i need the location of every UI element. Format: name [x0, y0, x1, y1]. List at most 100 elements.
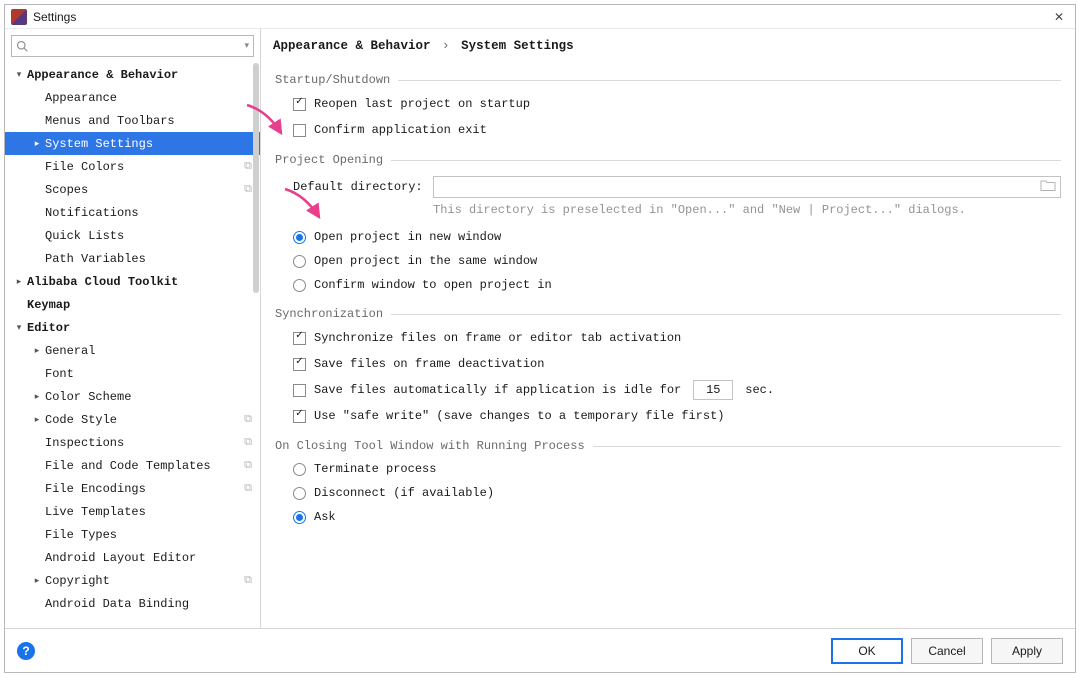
- breadcrumb-part: System Settings: [461, 39, 574, 53]
- tree-item[interactable]: File Types: [5, 523, 260, 546]
- tree-item[interactable]: Path Variables: [5, 247, 260, 270]
- tree-item-label: Editor: [27, 321, 252, 335]
- tree-item-label: System Settings: [45, 137, 252, 151]
- tree-item[interactable]: File Colors⧉: [5, 155, 260, 178]
- tree-item[interactable]: Android Layout Editor: [5, 546, 260, 569]
- radio-terminate-process[interactable]: Terminate process: [293, 459, 1061, 479]
- tree-item-label: Color Scheme: [45, 390, 252, 404]
- tree-item[interactable]: ▾Appearance & Behavior: [5, 63, 260, 86]
- checkbox-save-on-deactivation[interactable]: Save files on frame deactivation: [293, 353, 1061, 375]
- search-icon: [16, 40, 28, 52]
- tree-item[interactable]: Keymap: [5, 293, 260, 316]
- radio-confirm-window[interactable]: Confirm window to open project in: [293, 275, 1061, 295]
- radio-label: Open project in the same window: [314, 254, 537, 268]
- group-title: Project Opening: [275, 153, 383, 167]
- default-directory-hint: This directory is preselected in "Open..…: [293, 203, 1061, 217]
- caret-icon: ▸: [31, 415, 43, 425]
- radio-icon: [293, 279, 306, 292]
- tree-item[interactable]: Scopes⧉: [5, 178, 260, 201]
- tree-item[interactable]: ▾Editor: [5, 316, 260, 339]
- tree-item-label: File and Code Templates: [45, 459, 240, 473]
- cancel-button[interactable]: Cancel: [911, 638, 983, 664]
- scope-icon: ⧉: [244, 575, 252, 587]
- checkbox-save-idle[interactable]: Save files automatically if application …: [293, 379, 1061, 401]
- help-label: ?: [22, 644, 29, 658]
- scope-icon: ⧉: [244, 161, 252, 173]
- tree-item[interactable]: ▸Alibaba Cloud Toolkit: [5, 270, 260, 293]
- radio-label: Confirm window to open project in: [314, 278, 552, 292]
- help-button[interactable]: ?: [17, 642, 35, 660]
- tree-item[interactable]: ▸General: [5, 339, 260, 362]
- tree-item-label: Scopes: [45, 183, 240, 197]
- default-directory-input[interactable]: [433, 176, 1061, 198]
- tree-item-label: File Types: [45, 528, 252, 542]
- radio-label: Open project in new window: [314, 230, 501, 244]
- caret-icon: ▸: [31, 392, 43, 402]
- tree-item-label: Path Variables: [45, 252, 252, 266]
- radio-disconnect[interactable]: Disconnect (if available): [293, 483, 1061, 503]
- folder-icon[interactable]: [1040, 179, 1056, 195]
- tree-item[interactable]: File and Code Templates⧉: [5, 454, 260, 477]
- sidebar: ▾ ▾Appearance & BehaviorAppearanceMenus …: [5, 29, 261, 628]
- settings-content: Startup/Shutdown Reopen last project on …: [261, 57, 1075, 628]
- close-icon: ✕: [1054, 10, 1064, 24]
- idle-seconds-input[interactable]: 15: [693, 380, 733, 400]
- content-panel: Appearance & Behavior › System Settings …: [261, 29, 1075, 628]
- close-button[interactable]: ✕: [1049, 7, 1069, 27]
- dialog-body: ▾ ▾Appearance & BehaviorAppearanceMenus …: [5, 29, 1075, 628]
- divider: [391, 160, 1061, 161]
- tree-item[interactable]: ▸Copyright⧉: [5, 569, 260, 592]
- checkbox-icon: [293, 410, 306, 423]
- radio-open-new-window[interactable]: Open project in new window: [293, 227, 1061, 247]
- chevron-down-icon: ▾: [244, 41, 249, 51]
- tree-item[interactable]: Inspections⧉: [5, 431, 260, 454]
- radio-open-same-window[interactable]: Open project in the same window: [293, 251, 1061, 271]
- titlebar: Settings ✕: [5, 5, 1075, 29]
- tree-item[interactable]: Live Templates: [5, 500, 260, 523]
- ok-button[interactable]: OK: [831, 638, 903, 664]
- checkbox-confirm-exit[interactable]: Confirm application exit: [293, 119, 1061, 141]
- checkbox-label: Save files on frame deactivation: [314, 357, 544, 371]
- window-title: Settings: [33, 10, 1049, 24]
- tree-item-label: Notifications: [45, 206, 252, 220]
- cancel-label: Cancel: [928, 644, 965, 658]
- settings-tree[interactable]: ▾Appearance & BehaviorAppearanceMenus an…: [5, 63, 260, 628]
- caret-icon: ▾: [13, 323, 25, 333]
- tree-item[interactable]: Notifications: [5, 201, 260, 224]
- search-field[interactable]: [32, 38, 240, 54]
- checkbox-label: Reopen last project on startup: [314, 97, 530, 111]
- tree-item[interactable]: File Encodings⧉: [5, 477, 260, 500]
- divider: [593, 446, 1061, 447]
- radio-icon: [293, 463, 306, 476]
- tree-item[interactable]: ▸Code Style⧉: [5, 408, 260, 431]
- caret-icon: ▸: [31, 576, 43, 586]
- tree-item[interactable]: ▸Color Scheme: [5, 385, 260, 408]
- tree-item-label: Live Templates: [45, 505, 252, 519]
- apply-button[interactable]: Apply: [991, 638, 1063, 664]
- group-title: Synchronization: [275, 307, 383, 321]
- tree-item[interactable]: Android Data Binding: [5, 592, 260, 615]
- tree-item[interactable]: Quick Lists: [5, 224, 260, 247]
- app-icon: [11, 9, 27, 25]
- tree-item-label: Appearance & Behavior: [27, 68, 252, 82]
- checkbox-label: Save files automatically if application …: [314, 383, 681, 397]
- breadcrumb-separator: ›: [438, 39, 454, 53]
- search-input[interactable]: ▾: [11, 35, 254, 57]
- radio-icon: [293, 487, 306, 500]
- group-closing-tool-window: On Closing Tool Window with Running Proc…: [275, 439, 1061, 527]
- tree-item[interactable]: Appearance: [5, 86, 260, 109]
- checkbox-sync-on-activation[interactable]: Synchronize files on frame or editor tab…: [293, 327, 1061, 349]
- radio-ask[interactable]: Ask: [293, 507, 1061, 527]
- breadcrumb-part: Appearance & Behavior: [273, 39, 431, 53]
- breadcrumb: Appearance & Behavior › System Settings: [261, 29, 1075, 57]
- tree-item-label: General: [45, 344, 252, 358]
- sidebar-scrollbar[interactable]: [252, 63, 260, 628]
- group-startup: Startup/Shutdown Reopen last project on …: [275, 73, 1061, 141]
- tree-item[interactable]: ▸System Settings: [5, 132, 260, 155]
- tree-item[interactable]: Font: [5, 362, 260, 385]
- scrollbar-thumb[interactable]: [253, 63, 259, 293]
- radio-label: Ask: [314, 510, 336, 524]
- checkbox-safe-write[interactable]: Use "safe write" (save changes to a temp…: [293, 405, 1061, 427]
- tree-item[interactable]: Menus and Toolbars: [5, 109, 260, 132]
- checkbox-reopen-project[interactable]: Reopen last project on startup: [293, 93, 1061, 115]
